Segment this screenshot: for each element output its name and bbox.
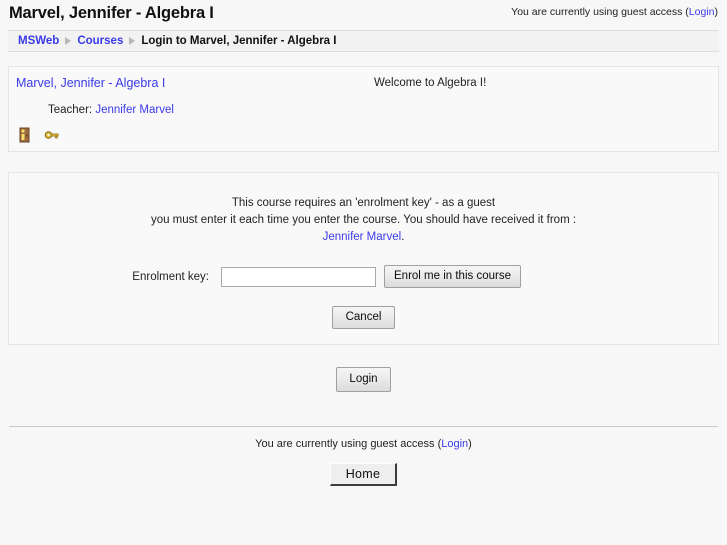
guest-access-close-paren: ) — [714, 6, 719, 18]
guest-access-text-bottom: You are currently using guest access ( — [255, 438, 442, 450]
enrolment-key-input[interactable] — [221, 266, 376, 287]
breadcrumb-item-courses[interactable]: Courses — [77, 35, 123, 47]
enrol-me-button[interactable]: Enrol me in this course — [384, 265, 521, 288]
login-row: Login — [0, 367, 727, 392]
course-info-box: Marvel, Jennifer - Algebra I Welcome to … — [8, 66, 719, 152]
login-link-bottom[interactable]: Login — [441, 438, 468, 450]
enrolment-key-label: Enrolment key: — [132, 270, 209, 283]
enrolment-message: This course requires an 'enrolment key' … — [9, 195, 718, 246]
course-icon-row — [17, 127, 60, 143]
guest-access-text: You are currently using guest access ( — [511, 6, 689, 18]
chevron-right-icon — [65, 36, 72, 45]
footer-divider — [9, 426, 718, 427]
home-button[interactable]: Home — [329, 463, 398, 486]
enrolment-message-line-1: This course requires an 'enrolment key' … — [231, 197, 496, 209]
breadcrumb-item-msweb[interactable]: MSWeb — [18, 35, 59, 47]
course-teacher-row: Teacher: Jennifer Marvel — [48, 104, 174, 116]
login-button[interactable]: Login — [336, 367, 391, 392]
enrolment-teacher-link[interactable]: Jennifer Marvel — [323, 231, 402, 243]
cancel-button[interactable]: Cancel — [331, 306, 396, 329]
page-header: Marvel, Jennifer - Algebra I You are cur… — [0, 0, 727, 30]
enrolment-key-icon[interactable] — [44, 127, 60, 143]
login-link-top[interactable]: Login — [689, 6, 715, 18]
guest-access-notice-bottom: You are currently using guest access (Lo… — [0, 438, 727, 450]
enrolment-message-line-3: Jennifer Marvel. — [9, 229, 718, 246]
guest-access-close-paren-bottom: ) — [468, 438, 472, 450]
page-footer: You are currently using guest access (Lo… — [0, 426, 727, 486]
enrolment-message-line-2: you must enter it each time you enter th… — [150, 214, 577, 226]
teacher-name-link[interactable]: Jennifer Marvel — [95, 104, 174, 116]
enrolment-box: This course requires an 'enrolment key' … — [8, 172, 719, 345]
breadcrumb: MSWeb Courses Login to Marvel, Jennifer … — [8, 30, 719, 52]
chevron-right-icon — [129, 36, 136, 45]
course-welcome-text: Welcome to Algebra I! — [374, 77, 487, 89]
course-info-icon[interactable] — [17, 127, 33, 143]
breadcrumb-item-current: Login to Marvel, Jennifer - Algebra I — [141, 35, 337, 47]
home-row: Home — [0, 463, 727, 486]
page-title: Marvel, Jennifer - Algebra I — [9, 4, 214, 22]
course-name-link[interactable]: Marvel, Jennifer - Algebra I — [16, 76, 165, 90]
enrolment-form-row: Enrolment key: Enrol me in this course — [9, 265, 718, 288]
guest-access-notice-top: You are currently using guest access (Lo… — [511, 6, 718, 18]
cancel-row: Cancel — [9, 306, 718, 329]
enrolment-message-period: . — [401, 231, 405, 243]
teacher-label: Teacher: — [48, 104, 93, 116]
